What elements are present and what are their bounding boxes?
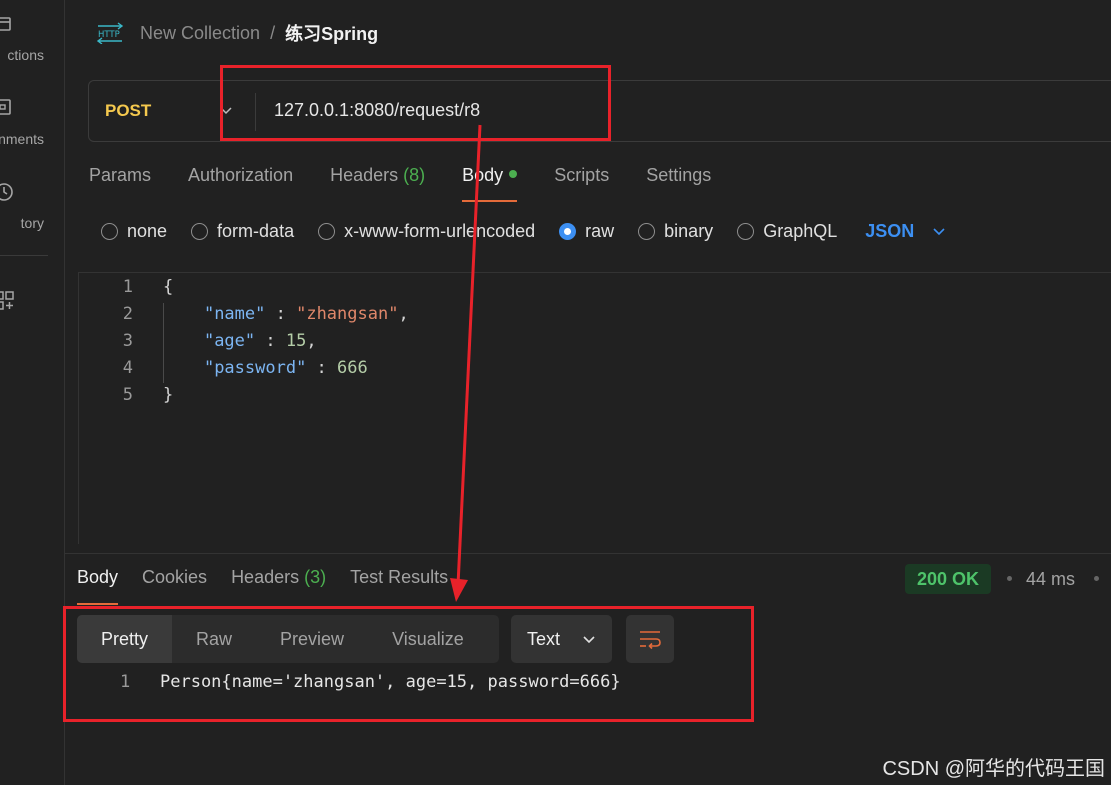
environments-icon xyxy=(0,99,11,115)
radio-form-data[interactable]: form-data xyxy=(191,221,294,242)
radio-x-www-form-urlencoded[interactable]: x-www-form-urlencoded xyxy=(318,221,535,242)
response-tabs: Body Cookies Headers (3) Test Results xyxy=(77,567,472,605)
radio-circle[interactable] xyxy=(191,222,209,240)
code-text: } xyxy=(163,385,174,405)
tab-count: (8) xyxy=(403,165,426,185)
annotation-box-url xyxy=(220,65,611,141)
radio-binary[interactable]: binary xyxy=(638,221,713,242)
json-value: 15 xyxy=(285,331,307,351)
json-key: "password" xyxy=(203,358,307,378)
radio-none[interactable]: none xyxy=(101,221,167,242)
app-window: ctions nments tory HTTP New Collection /… xyxy=(0,0,1111,785)
status-badge[interactable]: 200 OK xyxy=(905,564,992,594)
tab-settings[interactable]: Settings xyxy=(646,165,711,195)
tab-label: Headers xyxy=(231,567,300,587)
radio-circle[interactable] xyxy=(318,222,336,240)
tab-label: Settings xyxy=(646,165,712,185)
apps-icon xyxy=(0,291,14,310)
line-number: 1 xyxy=(122,277,133,297)
radio-label: none xyxy=(127,220,168,241)
json-separator: : xyxy=(265,304,297,324)
tab-count: (3) xyxy=(304,567,327,587)
request-name[interactable]: 练习Spring xyxy=(285,20,378,46)
code-text: { xyxy=(163,277,174,297)
annotation-box-response xyxy=(63,606,754,722)
radio-raw[interactable]: raw xyxy=(559,221,614,242)
left-sidebar: ctions nments tory xyxy=(0,0,65,785)
json-key: "age" xyxy=(203,331,256,351)
radio-label: GraphQL xyxy=(763,220,838,241)
line-number: 5 xyxy=(122,385,133,405)
json-key: "name" xyxy=(203,304,266,324)
tab-label: Authorization xyxy=(188,165,294,185)
sidebar-item-label: tory xyxy=(20,215,44,231)
tab-label: Headers xyxy=(330,165,399,185)
language-select[interactable]: JSON xyxy=(865,221,946,242)
radio-circle[interactable] xyxy=(737,222,755,240)
code-line: 3 "age" : 15, xyxy=(79,331,1111,358)
response-time[interactable]: 44 ms xyxy=(1026,569,1075,590)
line-number: 2 xyxy=(122,304,133,324)
collections-icon xyxy=(0,17,11,31)
tab-label: Params xyxy=(89,165,152,185)
request-body-editor[interactable]: 1 { 2 "name" : "zhangsan", 3 "age" : 15,… xyxy=(78,272,1111,544)
code-text: "name" : "zhangsan", xyxy=(163,304,409,324)
radio-circle[interactable] xyxy=(101,222,118,240)
request-tabs: Params Authorization Headers (8) Body Sc… xyxy=(89,165,748,202)
radio-label: form-data xyxy=(217,220,295,241)
tab-authorization[interactable]: Authorization xyxy=(188,165,293,195)
line-number: 3 xyxy=(122,331,133,351)
breadcrumb-collection[interactable]: New Collection xyxy=(140,23,260,44)
sidebar-divider xyxy=(0,255,48,256)
sidebar-item-label: ctions xyxy=(7,47,44,63)
language-label: JSON xyxy=(865,220,915,241)
json-punct: , xyxy=(398,304,409,324)
radio-circle-selected[interactable] xyxy=(559,222,577,240)
tab-label: Cookies xyxy=(142,567,208,587)
breadcrumb: HTTP New Collection / 练习Spring xyxy=(96,20,378,46)
json-value: 666 xyxy=(337,358,368,378)
method-select[interactable]: POST xyxy=(105,101,151,121)
code-line: 1 { xyxy=(79,277,1111,304)
tab-scripts[interactable]: Scripts xyxy=(554,165,609,195)
json-punct: , xyxy=(306,331,317,351)
radio-graphql[interactable]: GraphQL xyxy=(737,221,837,242)
sidebar-item-label: nments xyxy=(0,131,44,147)
tab-test-results[interactable]: Test Results xyxy=(350,567,448,595)
watermark: CSDN @阿华的代码王国 xyxy=(882,758,1105,780)
code-line: 2 "name" : "zhangsan", xyxy=(79,304,1111,331)
tab-label: Scripts xyxy=(554,165,610,185)
code-text: "password" : 666 xyxy=(163,358,368,378)
tab-cookies[interactable]: Cookies xyxy=(142,567,207,595)
json-separator: : xyxy=(255,331,286,351)
radio-circle[interactable] xyxy=(638,222,656,240)
separator-dot xyxy=(1094,576,1099,581)
tab-response-headers[interactable]: Headers (3) xyxy=(231,567,326,595)
radio-label: binary xyxy=(664,220,714,241)
tab-label: Body xyxy=(77,567,119,587)
line-number: 4 xyxy=(122,358,133,378)
code-line: 5 } xyxy=(79,385,1111,412)
tab-params[interactable]: Params xyxy=(89,165,151,195)
code-line: 4 "password" : 666 xyxy=(79,358,1111,385)
tab-label: Test Results xyxy=(350,567,449,587)
http-icon: HTTP xyxy=(96,22,124,44)
modified-dot-icon xyxy=(509,170,518,178)
breadcrumb-separator: / xyxy=(270,22,276,43)
history-icon xyxy=(0,183,13,201)
body-type-options: none form-data x-www-form-urlencoded raw… xyxy=(101,218,946,244)
chevron-down-icon xyxy=(933,228,945,236)
separator-dot xyxy=(1007,576,1012,581)
code-text: "age" : 15, xyxy=(163,331,317,351)
response-divider[interactable] xyxy=(65,553,1111,554)
tab-headers[interactable]: Headers (8) xyxy=(330,165,425,195)
tab-response-body[interactable]: Body xyxy=(77,567,119,605)
radio-label: raw xyxy=(585,220,615,241)
json-value: "zhangsan" xyxy=(296,304,399,324)
json-separator: : xyxy=(306,358,338,378)
annotation-arrow xyxy=(450,124,482,602)
